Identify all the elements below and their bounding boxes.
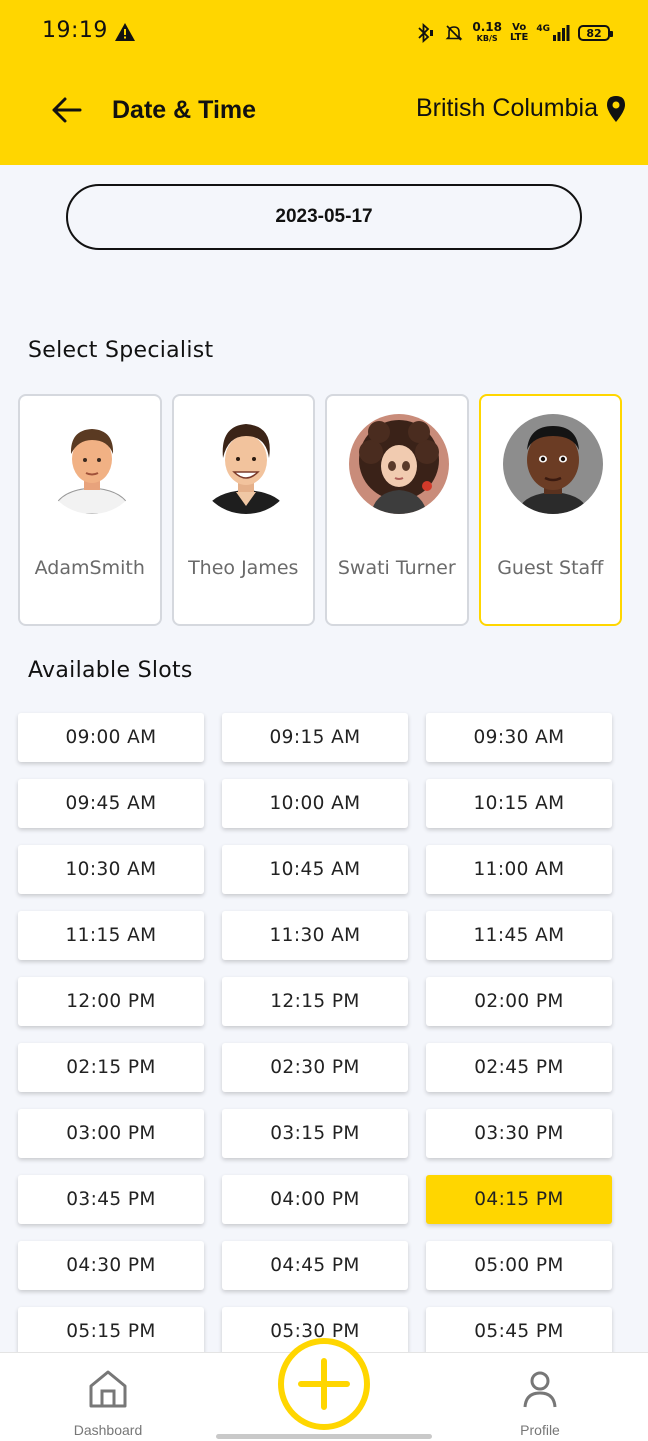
back-button[interactable]: [46, 90, 86, 130]
avatar: [42, 414, 142, 514]
arrow-left-icon: [52, 97, 82, 123]
specialist-card-guest-staff[interactable]: Guest Staff: [478, 394, 622, 626]
time-slot-button[interactable]: 10:30 AM: [18, 845, 204, 894]
network-speed: 0.18 KB/S: [472, 20, 502, 43]
status-bar: 19:19 0.18 KB/S Vo LTE 4G 82: [0, 0, 648, 64]
time-slot-button[interactable]: 09:15 AM: [222, 713, 408, 762]
home-icon: [89, 1370, 127, 1408]
nav-profile[interactable]: Profile: [480, 1367, 600, 1438]
header: Date & Time British Columbia: [0, 64, 648, 165]
avatar: [195, 414, 296, 514]
nav-dashboard[interactable]: Dashboard: [48, 1367, 168, 1438]
time-slot-button[interactable]: 05:45 PM: [426, 1307, 612, 1356]
time-slot-button[interactable]: 02:45 PM: [426, 1043, 612, 1092]
slot-grid: 09:00 AM 09:15 AM 09:30 AM 09:45 AM 10:0…: [18, 713, 614, 1356]
specialist-card-adam-smith[interactable]: AdamSmith: [18, 394, 162, 626]
specialist-list: AdamSmith Theo James Swati Turner Guest …: [18, 394, 622, 626]
specialist-card-theo-james[interactable]: Theo James: [171, 394, 315, 626]
time-slot-button[interactable]: 10:45 AM: [222, 845, 408, 894]
location-selector[interactable]: British Columbia: [416, 94, 626, 123]
date-selector-button[interactable]: 2023-05-17: [66, 184, 582, 250]
time-slot-button[interactable]: 10:00 AM: [222, 779, 408, 828]
time-slot-button[interactable]: 04:30 PM: [18, 1241, 204, 1290]
specialist-card-swati-turner[interactable]: Swati Turner: [325, 394, 469, 626]
time-slot-button[interactable]: 10:15 AM: [426, 779, 612, 828]
plus-icon: [298, 1358, 350, 1410]
time-slot-button[interactable]: 05:00 PM: [426, 1241, 612, 1290]
bluetooth-icon: [418, 23, 434, 43]
time-slot-button[interactable]: 02:15 PM: [18, 1043, 204, 1092]
page-title: Date & Time: [112, 96, 257, 124]
volte-indicator: Vo LTE: [509, 22, 529, 43]
time-slot-button[interactable]: 11:15 AM: [18, 911, 204, 960]
time-slot-button[interactable]: 03:45 PM: [18, 1175, 204, 1224]
time-slot-button[interactable]: 11:30 AM: [222, 911, 408, 960]
time-slot-button[interactable]: 05:15 PM: [18, 1307, 204, 1356]
time-slot-button-selected[interactable]: 04:15 PM: [426, 1175, 612, 1224]
warning-icon: [115, 23, 135, 41]
time-slot-button[interactable]: 12:00 PM: [18, 977, 204, 1026]
specialist-name: Swati Turner: [337, 557, 456, 579]
location-label: British Columbia: [415, 94, 598, 122]
time-slot-button[interactable]: 09:30 AM: [426, 713, 612, 762]
nav-dashboard-label: Dashboard: [73, 1422, 143, 1438]
add-booking-button[interactable]: [278, 1338, 370, 1430]
select-specialist-title: Select Specialist: [28, 338, 214, 363]
specialist-name: Guest Staff: [497, 557, 604, 579]
home-indicator[interactable]: [216, 1434, 432, 1439]
battery-indicator: 82: [578, 25, 613, 41]
time-slot-button[interactable]: 03:30 PM: [426, 1109, 612, 1158]
time-slot-button[interactable]: 09:45 AM: [18, 779, 204, 828]
time-slot-button[interactable]: 03:15 PM: [222, 1109, 408, 1158]
time-slot-button[interactable]: 03:00 PM: [18, 1109, 204, 1158]
mute-bell-icon: [445, 25, 463, 41]
time-slot-button[interactable]: 04:00 PM: [222, 1175, 408, 1224]
time-slot-button[interactable]: 11:45 AM: [426, 911, 612, 960]
specialist-name: Theo James: [188, 557, 299, 579]
avatar: [502, 414, 603, 514]
app-top-bar: 19:19 0.18 KB/S Vo LTE 4G 82 Date & Time…: [0, 0, 648, 165]
nav-profile-label: Profile: [520, 1422, 560, 1438]
time-slot-button[interactable]: 12:15 PM: [222, 977, 408, 1026]
time-slot-button[interactable]: 04:45 PM: [222, 1241, 408, 1290]
user-icon: [523, 1371, 557, 1408]
available-slots-title: Available Slots: [28, 658, 193, 683]
time-slot-button[interactable]: 11:00 AM: [426, 845, 612, 894]
time-slot-button[interactable]: 02:00 PM: [426, 977, 612, 1026]
time-slot-button[interactable]: 02:30 PM: [222, 1043, 408, 1092]
avatar: [349, 414, 449, 514]
specialist-name: AdamSmith: [34, 557, 145, 579]
location-pin-icon: [607, 95, 625, 122]
signal-icon: 4G: [536, 24, 570, 42]
status-time: 19:19: [42, 18, 108, 43]
time-slot-button[interactable]: 09:00 AM: [18, 713, 204, 762]
status-icons: 0.18 KB/S Vo LTE 4G 82: [414, 20, 613, 46]
